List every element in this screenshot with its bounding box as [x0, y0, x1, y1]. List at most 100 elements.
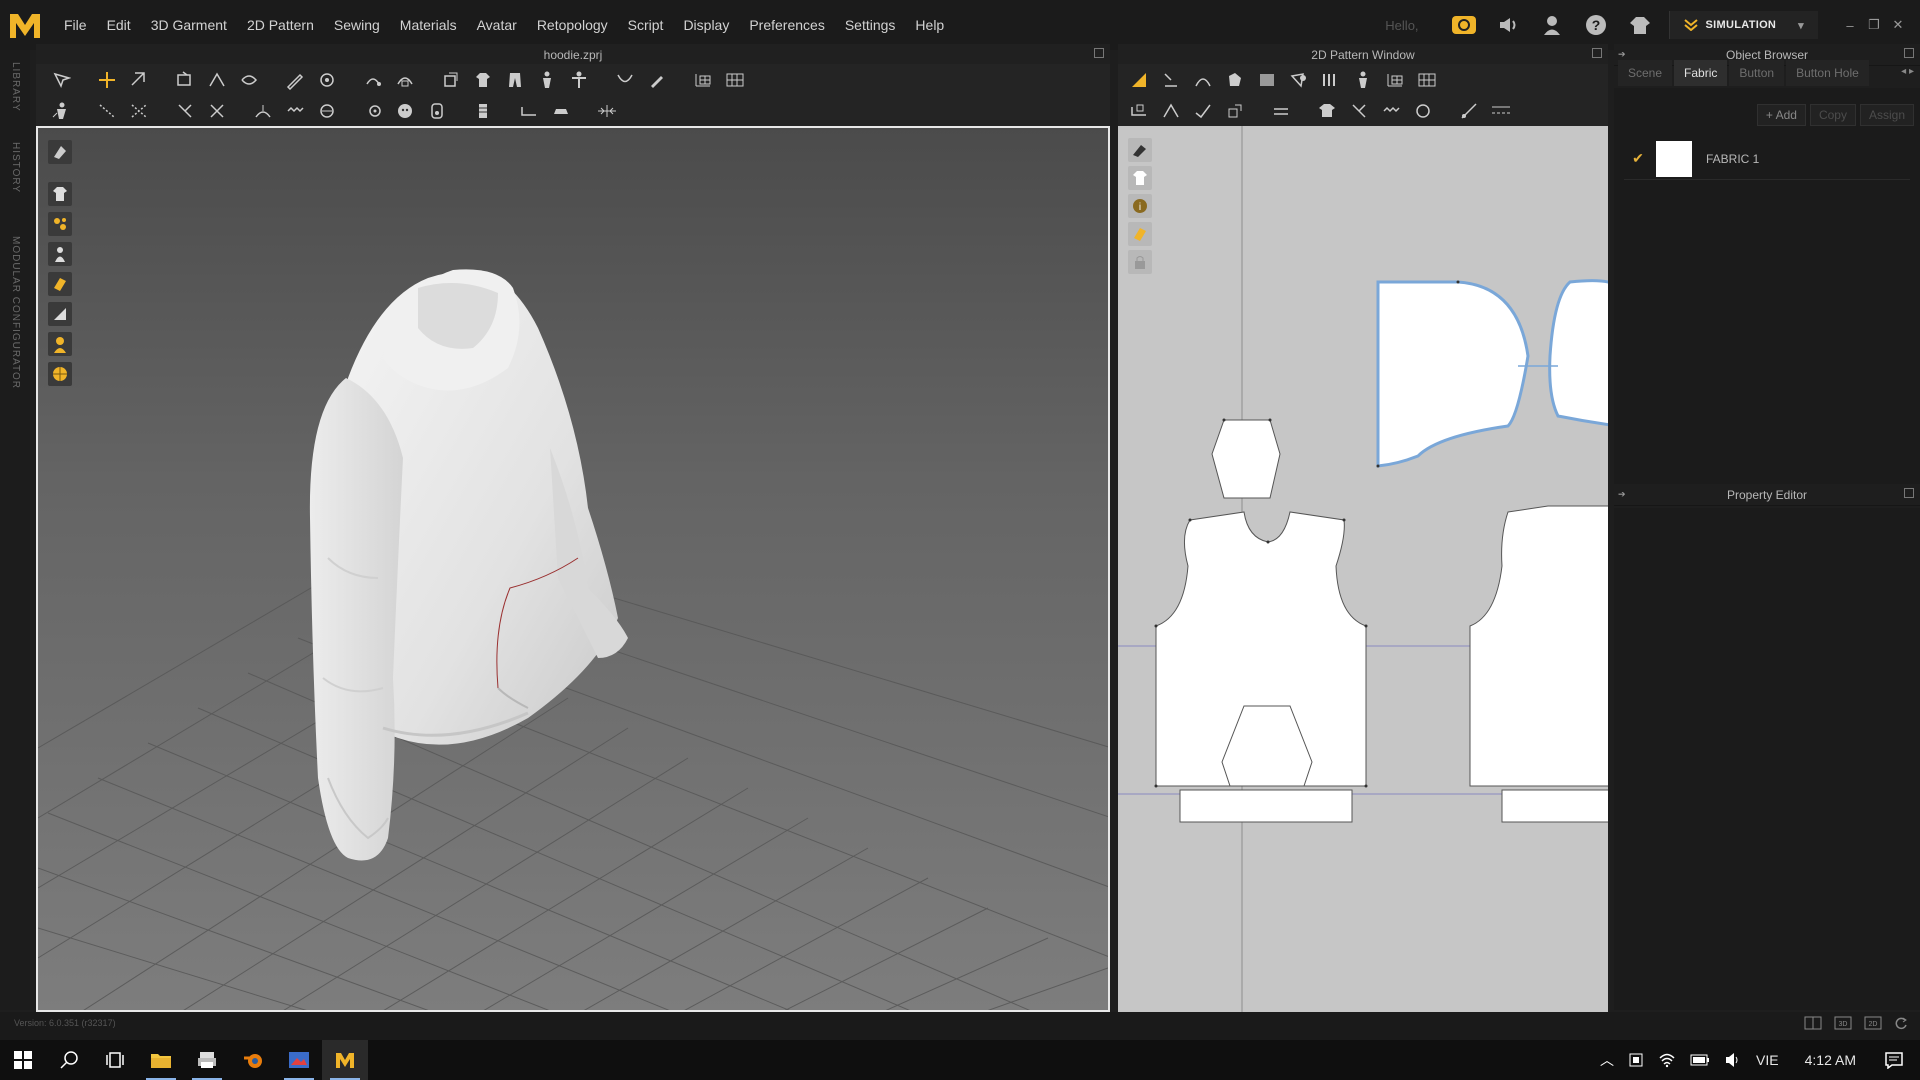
viewport-3d[interactable] [36, 126, 1110, 1012]
arrangement-icon[interactable] [436, 66, 466, 94]
grading-icon[interactable] [1380, 66, 1410, 94]
show-pins-icon[interactable] [48, 212, 72, 236]
puckering-icon[interactable] [280, 97, 310, 125]
modular-configurator-tab[interactable]: MODULAR CONFIGURATOR [10, 236, 21, 389]
tab-scene[interactable]: Scene [1618, 60, 1673, 86]
layer-icon[interactable] [1312, 97, 1342, 125]
assign-button[interactable]: Assign [1859, 104, 1914, 126]
pin-tool-icon[interactable] [358, 66, 388, 94]
tab-button-hole[interactable]: Button Hole [1786, 60, 1869, 86]
zipper-icon[interactable] [422, 97, 452, 125]
pattern-measure-icon[interactable] [1454, 97, 1484, 125]
menu-script[interactable]: Script [618, 0, 674, 50]
popout-icon[interactable] [1904, 488, 1914, 498]
user-icon[interactable] [1537, 10, 1567, 40]
menu-2d-pattern[interactable]: 2D Pattern [237, 0, 324, 50]
fabric-list-item[interactable]: ✔ FABRIC 1 [1624, 138, 1910, 180]
fold-line-icon[interactable] [1266, 97, 1296, 125]
garment-fit-icon[interactable] [468, 66, 498, 94]
camera-view-icon[interactable] [48, 140, 72, 164]
marvelous-designer-taskbar-icon[interactable] [322, 1040, 368, 1080]
environment-icon[interactable] [48, 362, 72, 386]
pattern-avatar-icon[interactable] [1348, 66, 1378, 94]
polygon-icon[interactable] [1220, 66, 1250, 94]
pen-tool-icon[interactable] [280, 66, 310, 94]
avatar-select-icon[interactable] [46, 97, 76, 125]
battery-icon[interactable] [1690, 1053, 1710, 1067]
task-view-icon[interactable] [92, 1040, 138, 1080]
device-icon[interactable] [1628, 1052, 1644, 1068]
menu-edit[interactable]: Edit [97, 0, 141, 50]
pattern-tack-icon[interactable] [1376, 97, 1406, 125]
pattern-lock-icon[interactable] [1128, 250, 1152, 274]
cloud-sync-icon[interactable] [1449, 10, 1479, 40]
popout-icon[interactable] [1904, 48, 1914, 58]
tab-scroll-arrows-icon[interactable]: ◂ ▸ [1901, 66, 1914, 77]
copy-button[interactable]: Copy [1809, 104, 1856, 126]
select-mesh-icon[interactable] [124, 66, 154, 94]
search-icon[interactable] [46, 1040, 92, 1080]
measure-ruler-icon[interactable] [592, 97, 622, 125]
texture-icon[interactable] [48, 302, 72, 326]
menu-display[interactable]: Display [673, 0, 739, 50]
pattern-canvas[interactable]: i [1118, 126, 1608, 1012]
brush-icon[interactable] [642, 66, 672, 94]
tack-icon[interactable] [248, 97, 278, 125]
edit-curve-icon[interactable] [1188, 66, 1218, 94]
view-3d-icon[interactable]: 3D [1834, 1016, 1852, 1030]
add-button[interactable]: + Add [1756, 104, 1806, 126]
edit-curvature-icon[interactable] [610, 66, 640, 94]
app-printer-icon[interactable] [184, 1040, 230, 1080]
avatar-skin-icon[interactable] [48, 332, 72, 356]
edit-sewing-icon[interactable] [1220, 97, 1250, 125]
topstitch-icon[interactable] [546, 97, 576, 125]
check-sewing-icon[interactable] [1188, 97, 1218, 125]
tape-tool-icon[interactable] [312, 66, 342, 94]
piping-icon[interactable] [514, 97, 544, 125]
wifi-icon[interactable] [1658, 1052, 1676, 1068]
free-sewing-2d-icon[interactable] [1156, 97, 1186, 125]
help-icon[interactable]: ? [1581, 10, 1611, 40]
tab-button[interactable]: Button [1729, 60, 1785, 86]
tab-fabric[interactable]: Fabric [1674, 60, 1728, 86]
speaker-icon[interactable] [1493, 10, 1523, 40]
avatar-measure-icon[interactable] [564, 66, 594, 94]
rectangle-icon[interactable] [1252, 66, 1282, 94]
view-2d-icon[interactable]: 2D [1864, 1016, 1882, 1030]
pattern-grid-icon[interactable] [1412, 66, 1442, 94]
button-tool-icon[interactable] [358, 97, 388, 125]
segment-sewing-2d-icon[interactable] [1124, 97, 1154, 125]
button-hole-icon[interactable] [390, 97, 420, 125]
blender-icon[interactable] [230, 1040, 276, 1080]
menu-sewing[interactable]: Sewing [324, 0, 390, 50]
internal-shape-icon[interactable] [1284, 66, 1314, 94]
windows-start-icon[interactable] [0, 1040, 46, 1080]
pattern-camera-icon[interactable] [1128, 138, 1152, 162]
select-arrow-icon[interactable] [46, 66, 76, 94]
history-tab[interactable]: HISTORY [10, 142, 21, 193]
seam-cross-icon[interactable] [202, 97, 232, 125]
dashed-line-icon[interactable] [1486, 97, 1516, 125]
popout-icon[interactable] [1592, 48, 1602, 58]
show-garment-icon[interactable] [48, 182, 72, 206]
menu-3d-garment[interactable]: 3D Garment [141, 0, 237, 50]
garment-store-icon[interactable] [1625, 10, 1655, 40]
pants-icon[interactable] [500, 66, 530, 94]
clock[interactable]: 4:12 AM [1805, 1052, 1856, 1068]
menu-avatar[interactable]: Avatar [467, 0, 527, 50]
volume-icon[interactable] [1724, 1052, 1742, 1068]
sewing-segment-icon[interactable] [92, 97, 122, 125]
dart-icon[interactable] [1316, 66, 1346, 94]
fold-angle-icon[interactable] [202, 66, 232, 94]
menu-help[interactable]: Help [905, 0, 954, 50]
menu-retopology[interactable]: Retopology [527, 0, 618, 50]
pattern-info-icon[interactable]: i [1128, 194, 1152, 218]
simulation-button[interactable]: SIMULATION ▾ [1668, 11, 1818, 39]
pattern-sewing-icon[interactable] [1344, 97, 1374, 125]
file-explorer-icon[interactable] [138, 1040, 184, 1080]
edit-point-icon[interactable] [1156, 66, 1186, 94]
fabric-render-icon[interactable] [48, 272, 72, 296]
trim-icon[interactable] [468, 97, 498, 125]
sewing-free-icon[interactable] [124, 97, 154, 125]
pattern-show-garment-icon[interactable] [1128, 166, 1152, 190]
